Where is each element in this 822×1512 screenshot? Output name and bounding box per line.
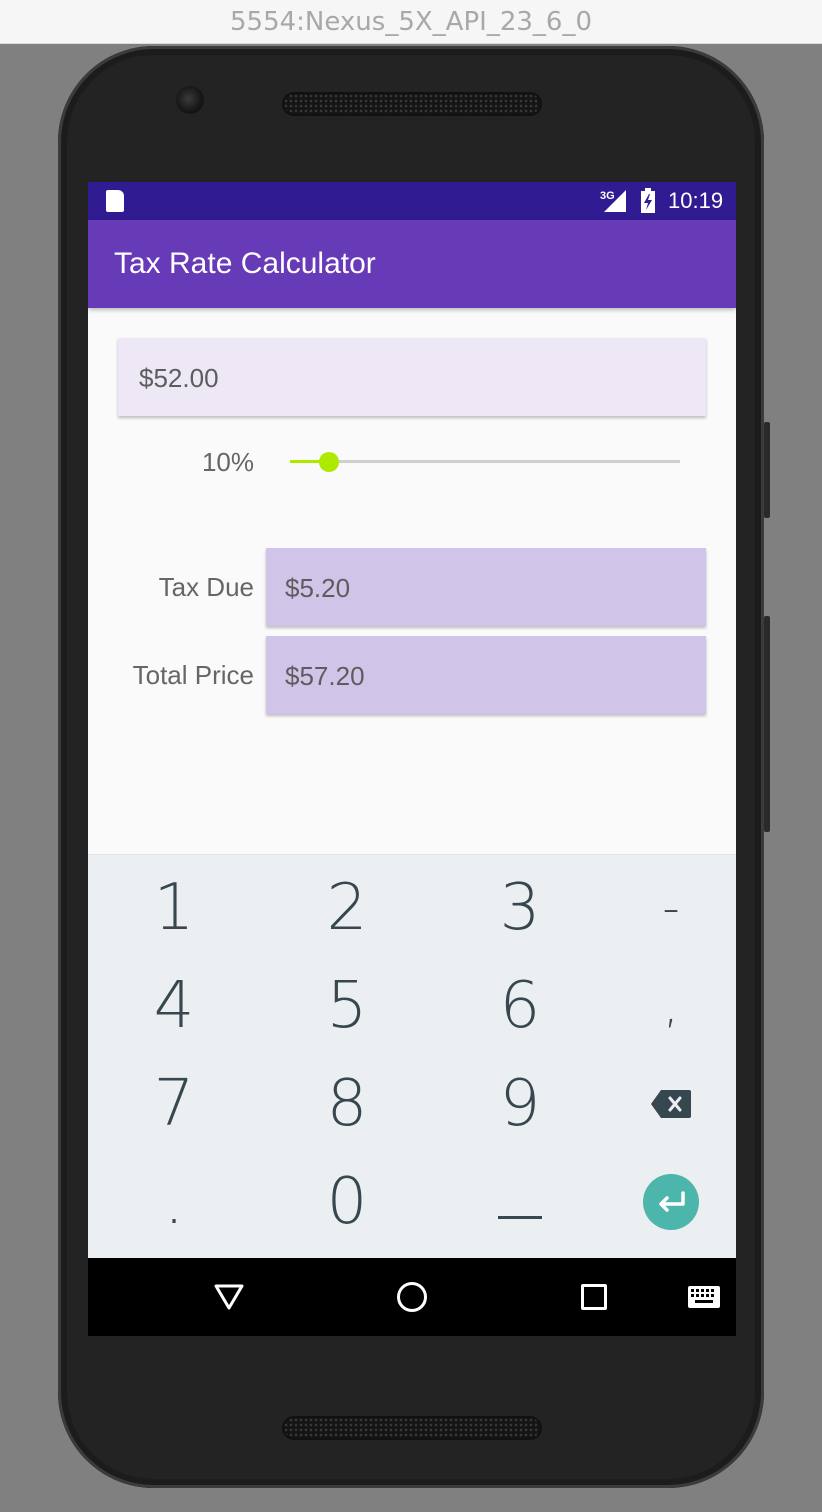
key-2[interactable]: 2 — [267, 859, 427, 957]
emulator-title: 5554:Nexus_5X_API_23_6_0 — [230, 6, 592, 37]
back-icon[interactable] — [214, 1284, 244, 1310]
total-price-label: Total Price — [132, 660, 254, 690]
backspace-key[interactable] — [591, 1055, 736, 1153]
key-1[interactable]: 1 — [94, 859, 254, 957]
slider-thumb[interactable] — [319, 452, 339, 472]
key-6[interactable]: 6 — [440, 957, 600, 1055]
key-comma[interactable]: , — [591, 957, 736, 1055]
status-bar: 3G 10:19 — [88, 182, 736, 220]
key-8[interactable]: 8 — [267, 1055, 427, 1153]
volume-button[interactable] — [764, 422, 770, 518]
slider-track — [290, 460, 680, 463]
backspace-icon — [651, 1090, 691, 1118]
tax-rate-slider[interactable] — [290, 452, 682, 472]
power-button[interactable] — [764, 616, 770, 832]
space-bar-icon — [498, 1216, 542, 1219]
key-4[interactable]: 4 — [94, 957, 254, 1055]
enter-icon — [643, 1174, 699, 1230]
navigation-bar — [88, 1258, 736, 1336]
cellular-signal-icon: 3G — [600, 190, 626, 212]
space-key[interactable] — [440, 1153, 600, 1251]
key-7[interactable]: 7 — [94, 1055, 254, 1153]
front-camera — [176, 86, 204, 114]
svg-text:3G: 3G — [600, 190, 615, 202]
bottom-speaker — [282, 1416, 542, 1440]
enter-key[interactable] — [591, 1153, 736, 1251]
numeric-keyboard: 1 2 3 - 4 5 6 , 7 8 9 . 0 — [88, 854, 736, 1258]
device-screen: 3G 10:19 Tax Rate Calculator $52.00 10% … — [88, 182, 736, 1336]
top-speaker — [282, 92, 542, 116]
phone-frame: 3G 10:19 Tax Rate Calculator $52.00 10% … — [58, 46, 770, 1488]
status-clock: 10:19 — [668, 188, 724, 213]
tax-due-label: Tax Due — [158, 572, 254, 602]
total-price-field: $57.20 — [266, 636, 706, 714]
app-title: Tax Rate Calculator — [114, 247, 376, 280]
tax-rate-label: 10% — [201, 447, 254, 477]
battery-charging-icon — [641, 188, 655, 213]
key-0[interactable]: 0 — [267, 1153, 427, 1251]
recents-icon[interactable] — [581, 1284, 607, 1310]
key-minus[interactable]: - — [591, 859, 736, 957]
home-icon[interactable] — [397, 1282, 427, 1312]
key-5[interactable]: 5 — [267, 957, 427, 1055]
emulator-title-bar: 5554:Nexus_5X_API_23_6_0 — [0, 0, 822, 44]
key-3[interactable]: 3 — [440, 859, 600, 957]
sd-card-icon — [106, 190, 124, 212]
app-bar: Tax Rate Calculator — [88, 220, 736, 308]
tax-due-field: $5.20 — [266, 548, 706, 626]
keyboard-switch-icon[interactable] — [688, 1286, 720, 1308]
key-9[interactable]: 9 — [440, 1055, 600, 1153]
price-input[interactable]: $52.00 — [118, 338, 706, 416]
key-period[interactable]: . — [94, 1153, 254, 1251]
